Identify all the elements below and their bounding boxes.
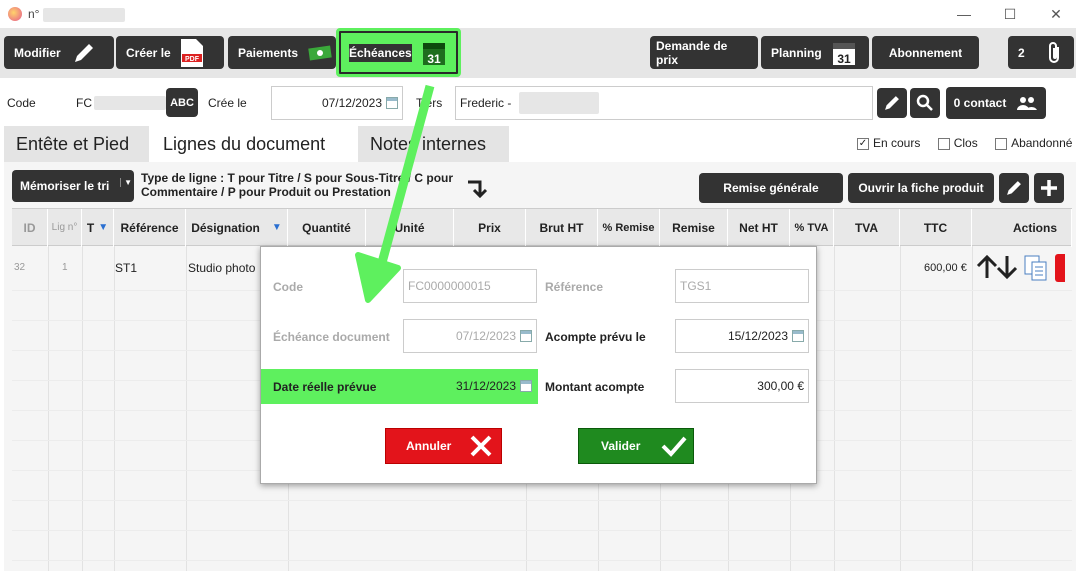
- annotation-arrow-icon: [355, 84, 435, 303]
